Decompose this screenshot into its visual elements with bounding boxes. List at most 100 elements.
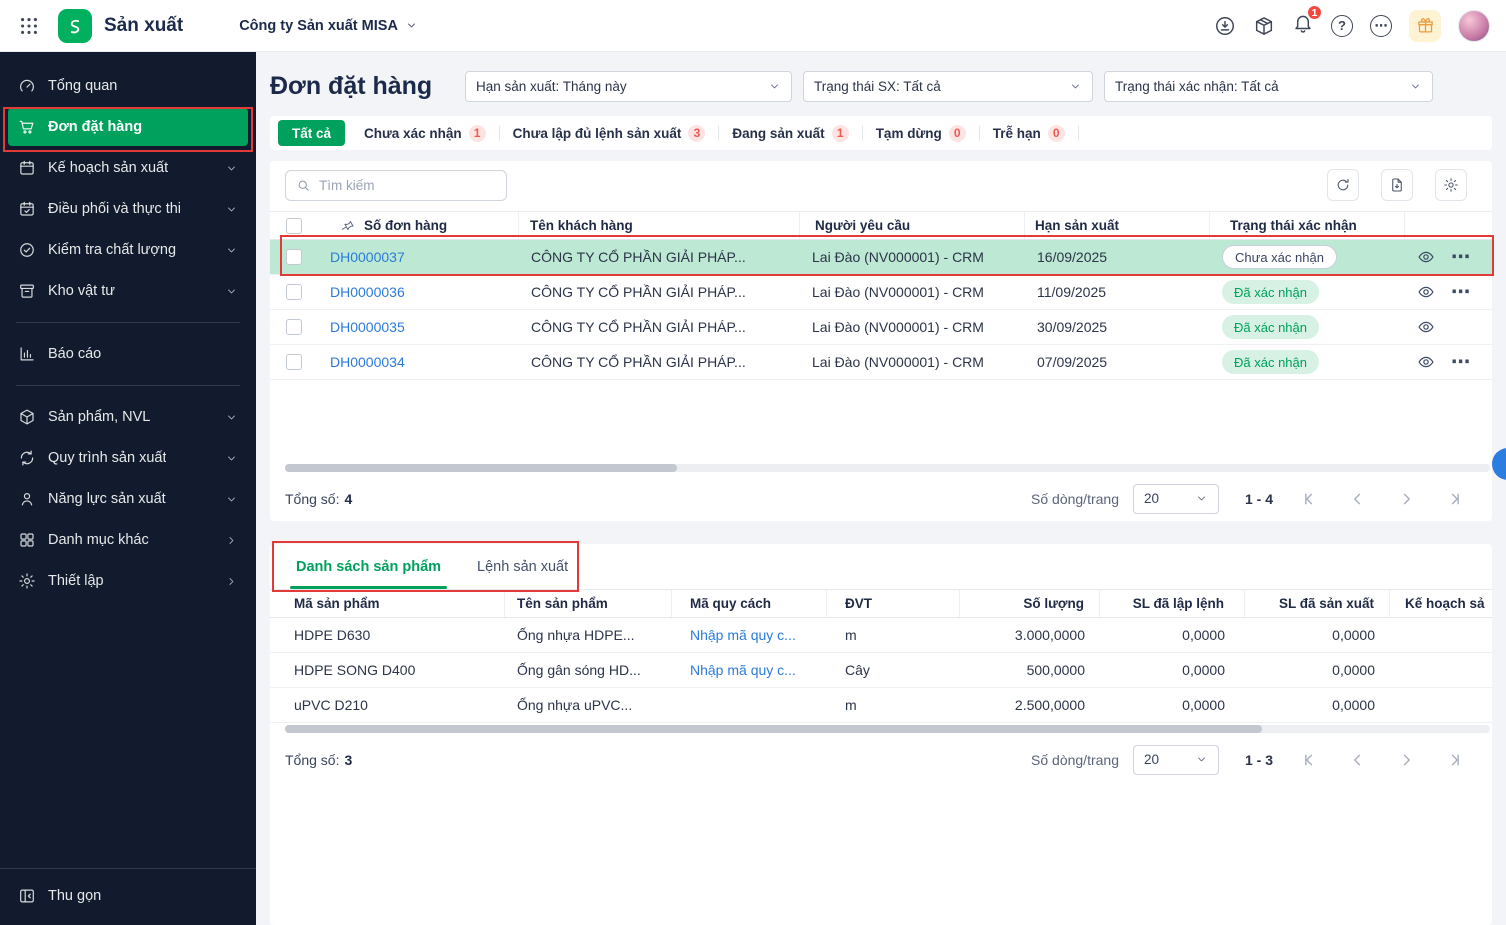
next-page-button[interactable] bbox=[1395, 749, 1417, 771]
first-page-button[interactable] bbox=[1299, 488, 1321, 510]
more-options-button[interactable]: ⋯ bbox=[1370, 14, 1392, 37]
deadline-cell: 16/09/2025 bbox=[1037, 249, 1108, 265]
status-tab-0[interactable]: Tất cả bbox=[278, 120, 346, 146]
filter-select-2[interactable]: Trạng thái xác nhận: Tất cả bbox=[1104, 70, 1433, 102]
sidebar-item-process[interactable]: Quy trình sản xuất bbox=[8, 439, 248, 477]
orders-horizontal-scrollbar[interactable] bbox=[285, 464, 1490, 472]
filter-select-1[interactable]: Trạng thái SX: Tất cả bbox=[803, 70, 1093, 102]
prev-page-button[interactable] bbox=[1347, 488, 1369, 510]
last-page-button[interactable] bbox=[1443, 488, 1465, 510]
eye-icon[interactable] bbox=[1417, 283, 1435, 301]
eye-icon[interactable] bbox=[1417, 318, 1435, 336]
col-plan[interactable]: Kế hoạch sả bbox=[1390, 590, 1492, 617]
sidebar-item-report[interactable]: Báo cáo bbox=[8, 335, 248, 373]
eye-icon[interactable] bbox=[1417, 353, 1435, 371]
col-qty-ordered[interactable]: SL đã lập lệnh bbox=[1100, 590, 1245, 617]
scrollbar-thumb[interactable] bbox=[285, 725, 1262, 733]
status-tab-2[interactable]: Chưa lập đủ lệnh sản xuất 3 bbox=[500, 124, 719, 142]
tab-product-list[interactable]: Danh sách sản phẩm bbox=[278, 544, 459, 589]
company-selector[interactable]: Công ty Sản xuất MISA bbox=[239, 18, 418, 34]
order-code-link[interactable]: DH0000034 bbox=[330, 354, 405, 370]
order-code-link[interactable]: DH0000035 bbox=[330, 319, 405, 335]
plan-cell bbox=[1390, 618, 1492, 652]
sidebar-item-calendar-check[interactable]: Điều phối và thực thi bbox=[8, 190, 248, 228]
col-product-name[interactable]: Tên sản phẩm bbox=[505, 590, 672, 617]
sidebar-item-calendar[interactable]: Kế hoạch sản xuất bbox=[8, 149, 248, 187]
export-button[interactable] bbox=[1381, 169, 1413, 201]
product-table-row[interactable]: HDPE SONG D400 Ống gân sóng HD... Nhập mã … bbox=[270, 653, 1492, 688]
row-checkbox[interactable] bbox=[286, 249, 302, 265]
row-more-button[interactable]: ⋯ bbox=[1451, 353, 1471, 372]
app-logo bbox=[58, 8, 92, 43]
col-customer[interactable]: Tên khách hàng bbox=[519, 212, 800, 239]
prev-page-button[interactable] bbox=[1347, 749, 1369, 771]
deadline-cell: 07/09/2025 bbox=[1037, 354, 1108, 370]
sidebar-item-gauge[interactable]: Tổng quan bbox=[8, 67, 248, 105]
search-input[interactable] bbox=[319, 177, 496, 193]
product-table-row[interactable]: uPVC D210 Ống nhựa uPVC... m 2.500,0000 0,00… bbox=[270, 688, 1492, 723]
col-quantity[interactable]: Số lượng bbox=[960, 590, 1100, 617]
col-order-code[interactable]: Số đơn hàng bbox=[318, 212, 519, 239]
promotions-button[interactable] bbox=[1409, 9, 1441, 42]
sidebar-item-cube[interactable]: Sản phẩm, NVL bbox=[8, 398, 248, 436]
sidebar-collapse-button[interactable]: Thu gọn bbox=[8, 877, 248, 915]
tab-label: Chưa xác nhận bbox=[364, 125, 462, 141]
status-tab-5[interactable]: Trễ hạn 0 bbox=[980, 124, 1078, 142]
order-table-row[interactable]: DH0000035 CÔNG TY CỔ PHẦN GIẢI PHÁP... Lai… bbox=[270, 310, 1492, 345]
order-table-row[interactable]: DH0000034 CÔNG TY CỔ PHẦN GIẢI PHÁP... Lai… bbox=[270, 345, 1492, 380]
tab-count-badge: 1 bbox=[468, 124, 486, 142]
row-more-button[interactable]: ⋯ bbox=[1451, 283, 1471, 302]
download-center-icon[interactable] bbox=[1214, 15, 1236, 37]
status-tab-4[interactable]: Tạm dừng 0 bbox=[863, 124, 979, 142]
per-page-select[interactable]: 20 bbox=[1132, 483, 1219, 514]
order-code-link[interactable]: DH0000036 bbox=[330, 284, 405, 300]
order-table-row[interactable]: DH0000036 CÔNG TY CỔ PHẦN GIẢI PHÁP... Lai… bbox=[270, 275, 1492, 310]
first-page-button[interactable] bbox=[1299, 749, 1321, 771]
row-checkbox[interactable] bbox=[286, 319, 302, 335]
qty-produced-cell: 0,0000 bbox=[1332, 627, 1375, 643]
col-requester[interactable]: Người yêu cầu bbox=[800, 212, 1025, 239]
row-checkbox[interactable] bbox=[286, 284, 302, 300]
spec-code-link[interactable]: Nhập mã quy c... bbox=[690, 662, 796, 678]
order-code-link[interactable]: DH0000037 bbox=[330, 249, 405, 265]
filter-select-0[interactable]: Hạn sản xuất: Tháng này bbox=[465, 70, 792, 102]
last-page-button[interactable] bbox=[1443, 749, 1465, 771]
sidebar-item-gear[interactable]: Thiết lập bbox=[8, 562, 248, 600]
sidebar-item-grid4[interactable]: Danh mục khác bbox=[8, 521, 248, 559]
filter-value: Trạng thái SX: Tất cả bbox=[814, 78, 941, 94]
sidebar-item-warehouse[interactable]: Kho vật tư bbox=[8, 272, 248, 310]
per-page-select[interactable]: 20 bbox=[1132, 744, 1219, 775]
product-table-row[interactable]: HDPE D630 Ống nhựa HDPE... Nhập mã quy c..… bbox=[270, 618, 1492, 653]
sidebar-item-quality[interactable]: Kiểm tra chất lượng bbox=[8, 231, 248, 269]
col-status[interactable]: Trạng thái xác nhận bbox=[1210, 212, 1405, 239]
sidebar-item-cart[interactable]: Đơn đặt hàng bbox=[8, 108, 248, 146]
spec-code-link[interactable]: Nhập mã quy c... bbox=[690, 627, 796, 643]
select-all-checkbox[interactable] bbox=[286, 217, 302, 234]
package-icon[interactable] bbox=[1253, 15, 1275, 37]
refresh-button[interactable] bbox=[1327, 169, 1359, 201]
grid4-icon bbox=[18, 531, 36, 549]
next-page-button[interactable] bbox=[1395, 488, 1417, 510]
col-product-code[interactable]: Mã sản phẩm bbox=[270, 590, 505, 617]
eye-icon[interactable] bbox=[1417, 248, 1435, 266]
status-tab-1[interactable]: Chưa xác nhận 1 bbox=[351, 124, 499, 142]
col-unit[interactable]: ĐVT bbox=[827, 590, 960, 617]
order-table-row[interactable]: DH0000037 CÔNG TY CỔ PHẦN GIẢI PHÁP... Lai… bbox=[270, 240, 1492, 275]
scrollbar-thumb[interactable] bbox=[285, 464, 677, 472]
chevron-down-icon bbox=[225, 493, 238, 506]
notifications-button[interactable]: 1 bbox=[1292, 4, 1323, 39]
user-avatar[interactable] bbox=[1458, 9, 1490, 42]
status-tab-3[interactable]: Đang sản xuất 1 bbox=[719, 124, 861, 142]
sidebar-item-person[interactable]: Năng lực sản xuất bbox=[8, 480, 248, 518]
col-deadline[interactable]: Hạn sản xuất bbox=[1025, 212, 1210, 239]
tab-production-orders[interactable]: Lệnh sản xuất bbox=[459, 544, 586, 589]
apps-menu-button[interactable] bbox=[16, 13, 42, 39]
products-horizontal-scrollbar[interactable] bbox=[285, 725, 1490, 733]
col-qty-produced[interactable]: SL đã sản xuất bbox=[1245, 590, 1390, 617]
row-checkbox[interactable] bbox=[286, 354, 302, 370]
search-box[interactable] bbox=[285, 169, 507, 201]
help-button[interactable]: ? bbox=[1331, 14, 1353, 37]
row-more-button[interactable]: ⋯ bbox=[1451, 248, 1471, 267]
col-spec-code[interactable]: Mã quy cách bbox=[672, 590, 827, 617]
table-settings-button[interactable] bbox=[1435, 169, 1467, 201]
